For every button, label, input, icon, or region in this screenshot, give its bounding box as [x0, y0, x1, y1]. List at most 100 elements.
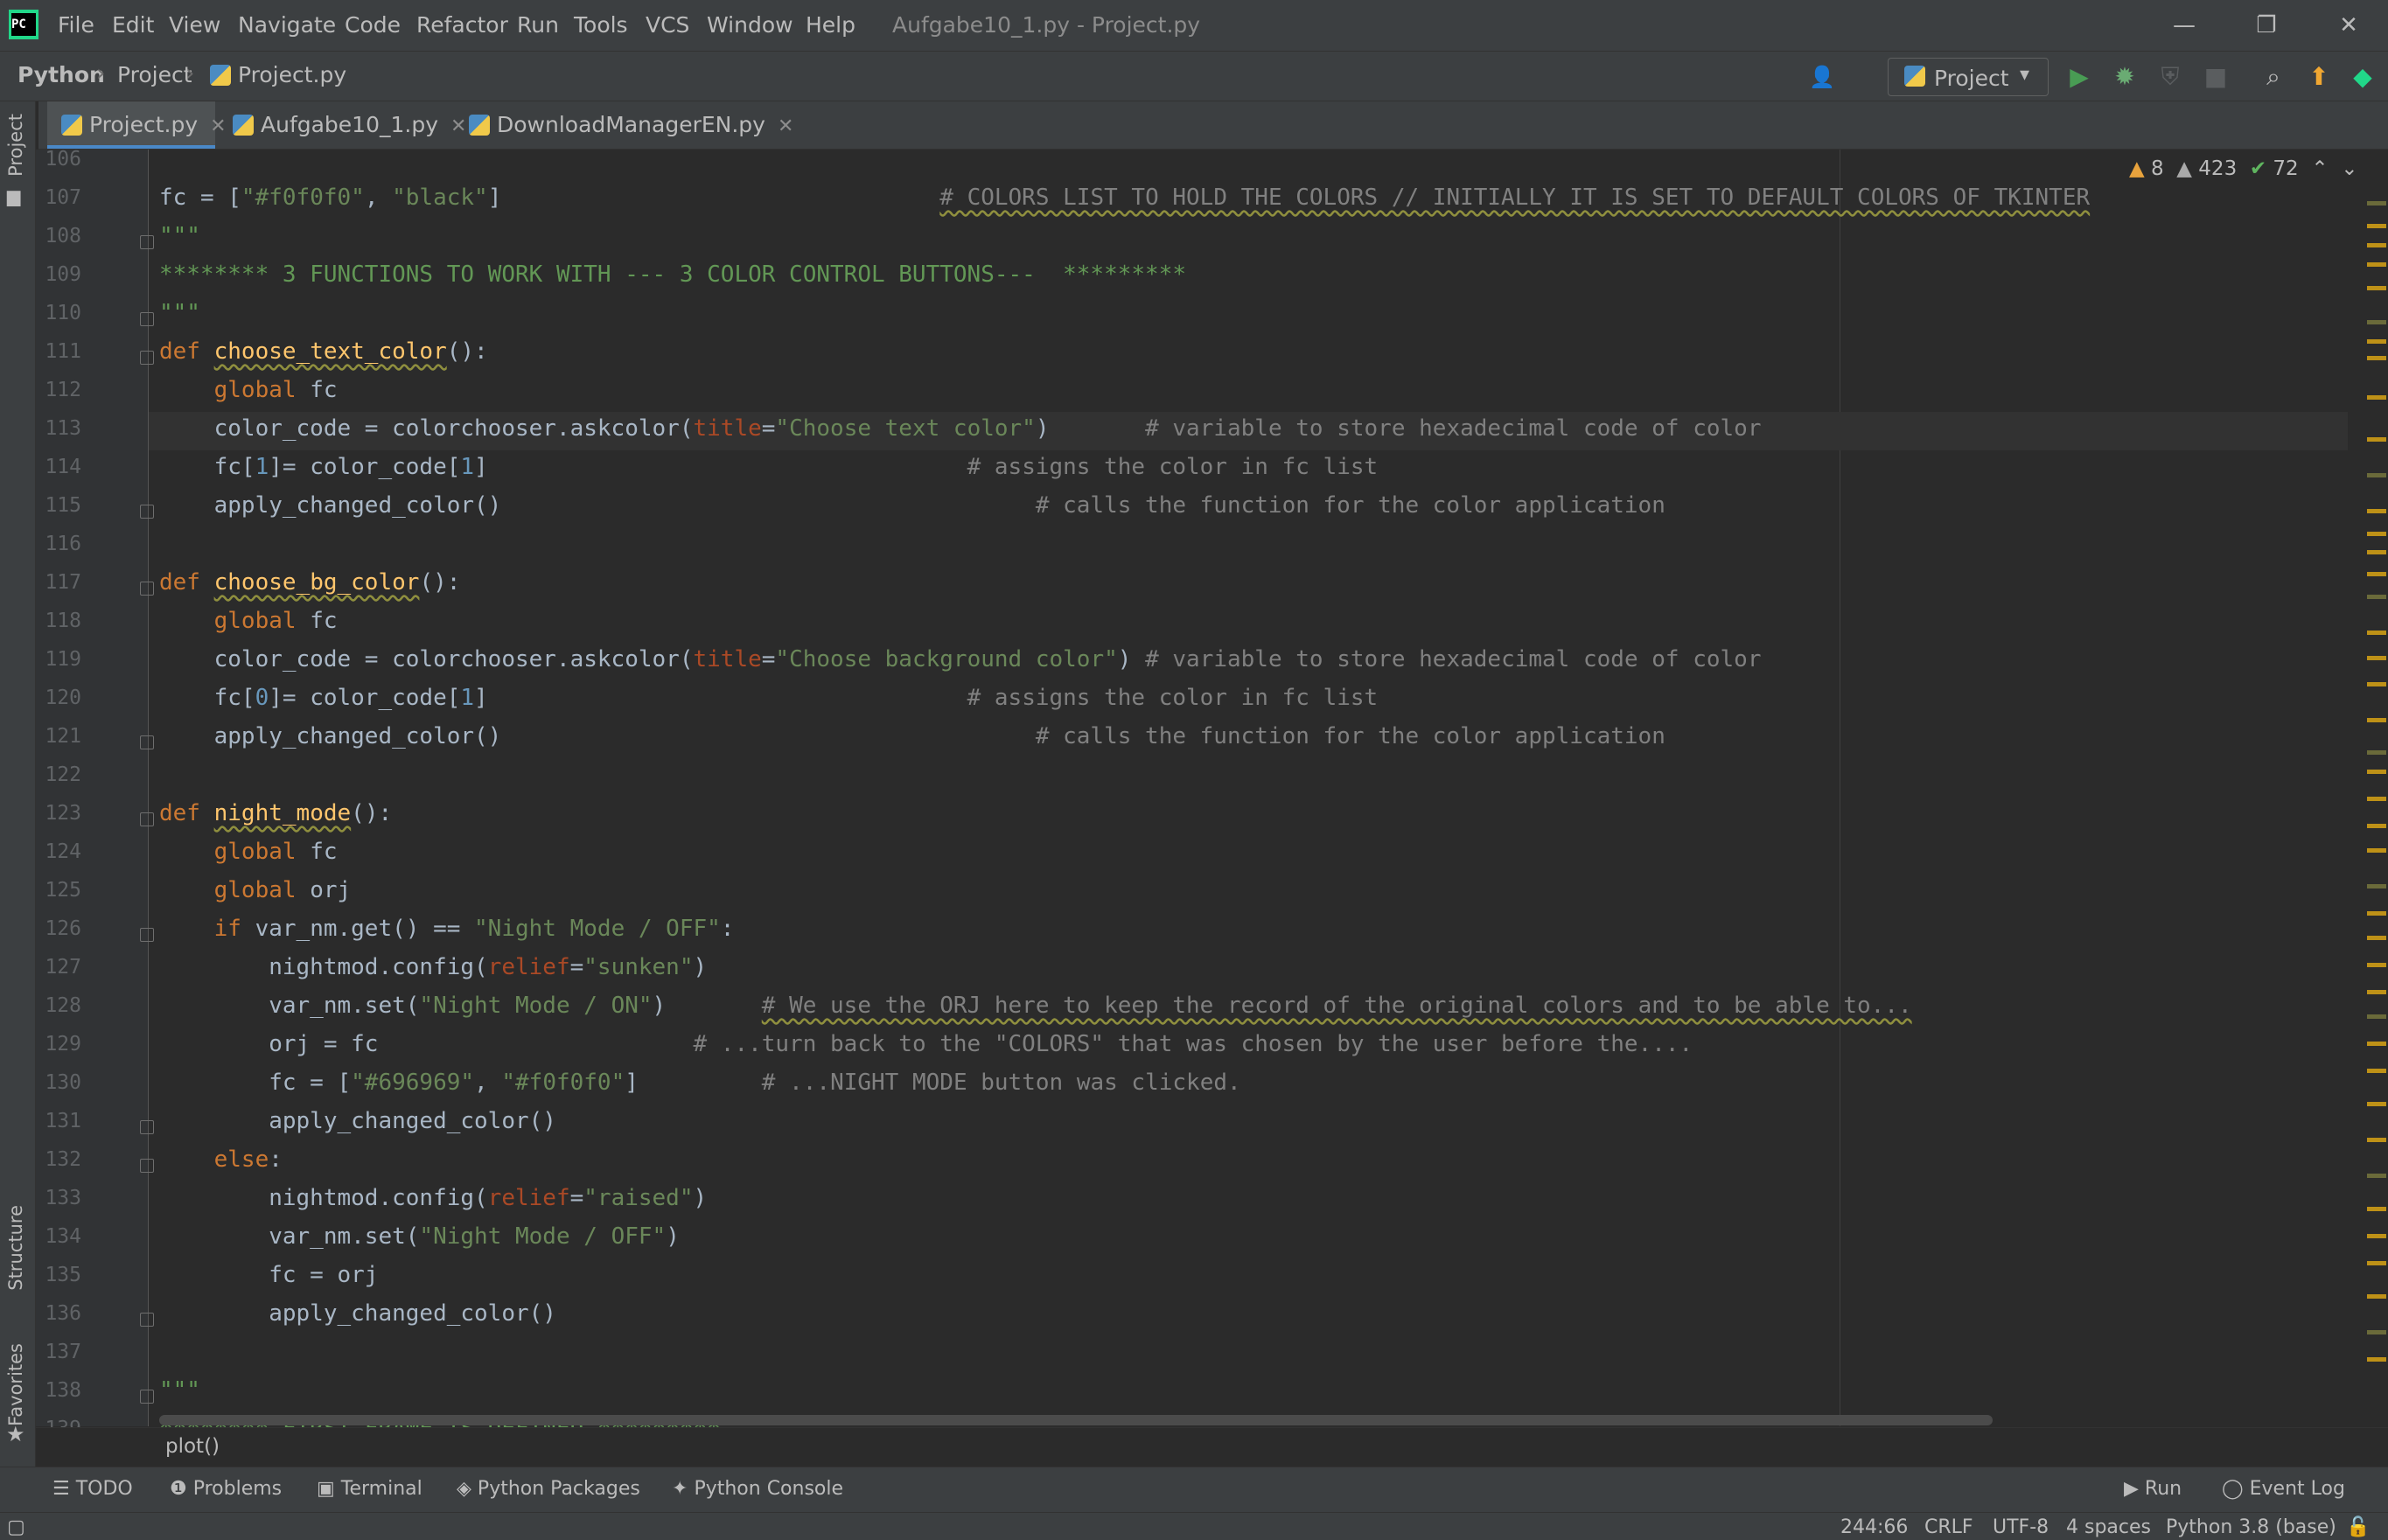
- breadcrumb-file[interactable]: Project.py: [210, 62, 346, 87]
- horizontal-scrollbar[interactable]: [159, 1415, 1993, 1425]
- caret-position[interactable]: 244:66: [1840, 1516, 1908, 1538]
- breadcrumb-root[interactable]: Python: [17, 62, 105, 87]
- code-line[interactable]: if var_nm.get() == "Night Mode / OFF":: [159, 916, 735, 942]
- problems-tool-button[interactable]: ❶ Problems: [170, 1478, 282, 1500]
- fold-marker-icon[interactable]: [140, 812, 154, 826]
- stripe-mark[interactable]: [2367, 848, 2386, 853]
- stripe-mark[interactable]: [2367, 437, 2386, 442]
- favorites-tool-button[interactable]: Favorites: [5, 1343, 26, 1426]
- stripe-mark[interactable]: [2367, 243, 2386, 247]
- stripe-mark[interactable]: [2367, 770, 2386, 774]
- fold-marker-icon[interactable]: [140, 1120, 154, 1134]
- code-line[interactable]: apply_changed_color(): [159, 1108, 556, 1134]
- tab-aufgabe10-1-py[interactable]: Aufgabe10_1.py ✕: [219, 101, 466, 149]
- code-line[interactable]: def night_mode():: [159, 800, 392, 826]
- menu-view[interactable]: View: [169, 12, 220, 38]
- close-tab-icon[interactable]: ✕: [778, 115, 793, 137]
- menu-tools[interactable]: Tools: [574, 12, 628, 38]
- stripe-mark[interactable]: [2367, 201, 2386, 206]
- python-interpreter[interactable]: Python 3.8 (base): [2166, 1516, 2336, 1538]
- menu-help[interactable]: Help: [806, 12, 855, 38]
- code-line[interactable]: nightmod.config(relief="sunken"): [159, 954, 707, 980]
- stripe-mark[interactable]: [2367, 797, 2386, 801]
- menu-refactor[interactable]: Refactor: [416, 12, 508, 38]
- code-line[interactable]: apply_changed_color(): [159, 1300, 556, 1327]
- code-line[interactable]: else:: [159, 1146, 283, 1173]
- code-line[interactable]: fc = ["#696969", "#f0f0f0"] # ...NIGHT M…: [159, 1070, 1240, 1096]
- stripe-mark[interactable]: [2367, 911, 2386, 916]
- code-line[interactable]: orj = fc # ...turn back to the "COLORS" …: [159, 1031, 1693, 1057]
- fold-marker-icon[interactable]: [140, 312, 154, 326]
- indent-setting[interactable]: 4 spaces: [2066, 1516, 2151, 1538]
- project-tool-button[interactable]: Project: [5, 114, 26, 177]
- line-separator[interactable]: CRLF: [1924, 1516, 1973, 1538]
- todo-tool-button[interactable]: ☰ TODO: [52, 1478, 133, 1500]
- code-line[interactable]: apply_changed_color() # calls the functi…: [159, 492, 1665, 519]
- stripe-mark[interactable]: [2367, 320, 2386, 324]
- fold-marker-icon[interactable]: [140, 235, 154, 249]
- code-line[interactable]: apply_changed_color() # calls the functi…: [159, 723, 1665, 749]
- code-line[interactable]: fc = ["#f0f0f0", "black"] # COLORS LIST …: [159, 185, 2090, 211]
- stripe-mark[interactable]: [2367, 1234, 2386, 1238]
- stripe-mark[interactable]: [2367, 936, 2386, 940]
- fold-marker-icon[interactable]: [140, 582, 154, 596]
- menu-run[interactable]: Run: [517, 12, 559, 38]
- stripe-mark[interactable]: [2367, 262, 2386, 267]
- search-icon[interactable]: ⌕: [2259, 62, 2288, 92]
- code-line[interactable]: """: [159, 1377, 200, 1404]
- fold-marker-icon[interactable]: [140, 928, 154, 942]
- fold-marker-icon[interactable]: [140, 351, 154, 365]
- jetbrains-icon[interactable]: ◆: [2348, 62, 2378, 92]
- stripe-mark[interactable]: [2367, 682, 2386, 686]
- stripe-mark[interactable]: [2367, 286, 2386, 290]
- stripe-mark[interactable]: [2367, 990, 2386, 994]
- stripe-mark[interactable]: [2367, 356, 2386, 360]
- tab-project-py[interactable]: Project.py ✕: [47, 101, 227, 149]
- stripe-mark[interactable]: [2367, 509, 2386, 513]
- stripe-mark[interactable]: [2367, 1042, 2386, 1046]
- stripe-mark[interactable]: [2367, 572, 2386, 576]
- stripe-mark[interactable]: [2367, 656, 2386, 660]
- run-icon[interactable]: ▶: [2064, 62, 2094, 92]
- next-highlight-icon[interactable]: ⌄: [2341, 157, 2357, 180]
- fold-marker-icon[interactable]: [140, 1313, 154, 1327]
- breadcrumb-project[interactable]: Project: [117, 62, 192, 87]
- stripe-mark[interactable]: [2367, 824, 2386, 828]
- stripe-mark[interactable]: [2367, 718, 2386, 722]
- run-configuration-select[interactable]: Project ▾: [1888, 58, 2049, 96]
- debug-icon[interactable]: ✹: [2110, 62, 2140, 92]
- update-icon[interactable]: ⬆: [2304, 62, 2334, 92]
- stripe-mark[interactable]: [2367, 395, 2386, 400]
- stripe-mark[interactable]: [2367, 1294, 2386, 1299]
- user-icon[interactable]: 👤▾: [1807, 62, 1837, 119]
- tab-downloadmanageren-py[interactable]: DownloadManagerEN.py ✕: [455, 101, 793, 149]
- inspection-widget[interactable]: ▲ 8 ▲ 423 ✔ 72 ⌃ ⌄: [2129, 157, 2358, 180]
- python-packages-tool-button[interactable]: ◈ Python Packages: [457, 1478, 640, 1500]
- menu-file[interactable]: File: [58, 12, 94, 38]
- code-line[interactable]: color_code = colorchooser.askcolor(title…: [159, 646, 1762, 672]
- stripe-mark[interactable]: [2367, 550, 2386, 554]
- menu-code[interactable]: Code: [345, 12, 401, 38]
- event-log-tool-button[interactable]: ◯ Event Log: [2222, 1478, 2345, 1500]
- code-line[interactable]: """: [159, 300, 200, 326]
- code-line[interactable]: var_nm.set("Night Mode / OFF"): [159, 1223, 680, 1250]
- stop-icon[interactable]: ■: [2201, 62, 2231, 92]
- file-encoding[interactable]: UTF-8: [1993, 1516, 2049, 1538]
- code-line[interactable]: ******** 3 FUNCTIONS TO WORK WITH --- 3 …: [159, 261, 1186, 288]
- code-line[interactable]: var_nm.set("Night Mode / ON") # We use t…: [159, 993, 1911, 1019]
- stripe-mark[interactable]: [2367, 1357, 2386, 1362]
- stripe-mark[interactable]: [2367, 631, 2386, 635]
- stripe-mark[interactable]: [2367, 1174, 2386, 1178]
- code-line[interactable]: nightmod.config(relief="raised"): [159, 1185, 707, 1211]
- code-line[interactable]: fc[0]= color_code[1] # assigns the color…: [159, 685, 1379, 711]
- fold-marker-icon[interactable]: [140, 1159, 154, 1173]
- stripe-mark[interactable]: [2367, 339, 2386, 344]
- menu-edit[interactable]: Edit: [112, 12, 154, 38]
- code-line[interactable]: def choose_bg_color():: [159, 569, 460, 596]
- fold-marker-icon[interactable]: [140, 505, 154, 519]
- previous-highlight-icon[interactable]: ⌃: [2311, 157, 2328, 180]
- close-window-icon[interactable]: ✕: [2309, 0, 2388, 51]
- stripe-mark[interactable]: [2367, 473, 2386, 477]
- menu-navigate[interactable]: Navigate: [238, 12, 336, 38]
- stripe-mark[interactable]: [2367, 1261, 2386, 1265]
